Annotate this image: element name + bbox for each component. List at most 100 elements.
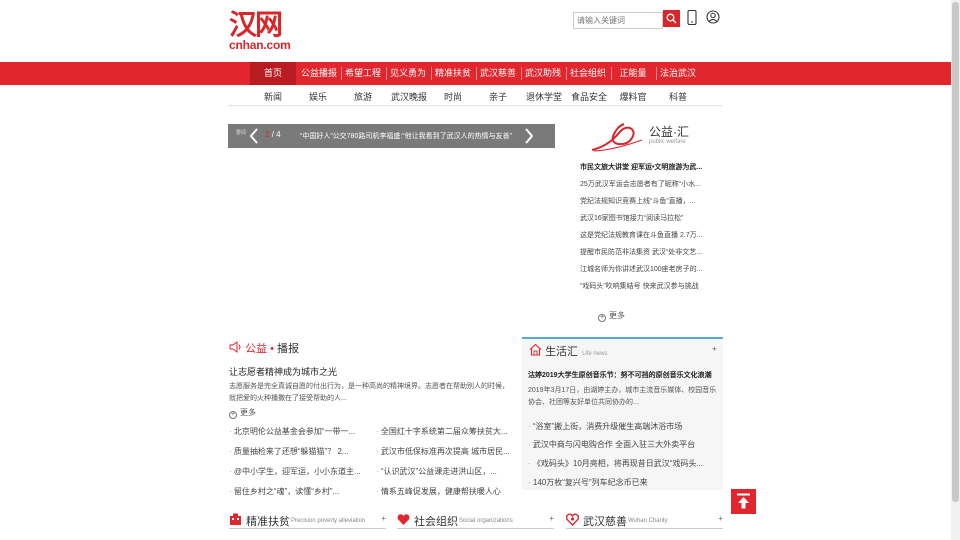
nav-item-disability[interactable]: 武汉助残 <box>522 62 564 85</box>
life-desc: 2019年3月17日，由湖婷主办，城市主流音乐媒体、校园音乐协会、社团等友好单位… <box>528 387 717 406</box>
gongyi-more-button[interactable]: + 更多 <box>229 407 256 419</box>
speaker-icon <box>229 341 241 353</box>
welfare-more-label: 更多 <box>609 311 625 320</box>
nav-item-charity[interactable]: 武汉慈善 <box>477 62 519 85</box>
subnav-item-science[interactable]: 科普 <box>665 88 691 106</box>
subnav-item-evening-news[interactable]: 武汉晚报 <box>390 88 428 106</box>
news-slider: 要闻 2 / 4 “中国好人”公交780路司机李福盛:“他让我看到了武汉人的热情… <box>228 124 555 148</box>
main-nav: 首页 公益播报 希望工程 见义勇为 精准扶贫 武汉慈善 武汉助残 社会组织 正能… <box>0 62 951 85</box>
site-logo[interactable]: 汉网 cnhan.com <box>229 10 299 52</box>
slider-total: / 4 <box>271 130 281 139</box>
arrow-up-icon <box>737 493 750 509</box>
nav-item-rule-of-law[interactable]: 法治武汉 <box>657 62 699 85</box>
search-box <box>573 10 680 29</box>
tab-plus[interactable]: + <box>718 514 723 523</box>
heart-ribbon-icon <box>591 123 643 152</box>
scrollbar-thumb[interactable] <box>952 2 959 502</box>
logo-en: cnhan.com <box>229 38 291 52</box>
welfare-more-button[interactable]: + 更多 <box>598 310 625 322</box>
subnav-item-fashion[interactable]: 时尚 <box>440 88 466 106</box>
life-headline[interactable]: 沽婷2019大学生原创音乐节：努不可挡的原创音乐文化浪潮 <box>528 370 712 380</box>
welfare-item[interactable]: 市民文旅大讲堂 迎军运•文明旅游为武... <box>580 161 720 178</box>
slider-caption[interactable]: “中国好人”公交780路司机李福盛:“他让我看到了武汉人的热情与友善” <box>300 131 512 141</box>
life-panel: 生活汇 Life news + 沽婷2019大学生原创音乐节：努不可挡的原创音乐文… <box>522 337 723 490</box>
nav-item-home[interactable]: 首页 <box>250 62 296 85</box>
subnav-item-news[interactable]: 新闻 <box>260 88 286 106</box>
nav-item-poverty[interactable]: 精准扶贫 <box>432 62 474 85</box>
phone-icon[interactable] <box>687 10 697 25</box>
welfare-list: 市民文旅大讲堂 迎军运•文明旅游为武... 25万武汉军运会志愿者有了昵称“小水… <box>580 161 720 297</box>
life-item[interactable]: 140万枚“复兴号”列车纪念币已来 <box>528 477 718 488</box>
logo-cn: 汉网 <box>229 8 283 41</box>
search-icon <box>666 13 677 24</box>
welfare-item[interactable]: 武汉16家图书馆接力“阅读马拉松” <box>580 212 720 229</box>
subnav-item-parenting[interactable]: 亲子 <box>485 88 511 106</box>
sub-nav: 新闻 娱乐 旅游 武汉晚报 时尚 亲子 退休学堂 食品安全 爆料官 科普 <box>228 88 723 106</box>
welfare-item[interactable]: 25万武汉军运会志愿者有了昵称“小水... <box>580 178 720 195</box>
gongyi-item[interactable]: 留住乡村之“魂”，读懂“乡村”... <box>229 486 369 497</box>
gongyi-item[interactable]: 质量抽检来了还想“躲猫猫”？ 2... <box>229 446 369 457</box>
subnav-item-tips[interactable]: 爆料官 <box>618 88 648 106</box>
welfare-item[interactable]: 江城名师为你讲述武汉100座老房子的... <box>580 263 720 280</box>
welfare-item[interactable]: “戏码头”吹响集结号 快来武汉参与挑战 <box>580 280 720 297</box>
subnav-item-travel[interactable]: 旅游 <box>350 88 376 106</box>
building-icon <box>230 513 241 525</box>
tab-plus[interactable]: + <box>549 514 554 523</box>
plus-circle-icon: + <box>598 314 606 322</box>
heart-icon <box>397 514 410 525</box>
tab-en: Social organizations <box>459 518 513 524</box>
heart-outline-icon <box>566 513 579 526</box>
tab-name: 社会组织 <box>414 516 458 528</box>
chevron-left-icon[interactable] <box>249 128 259 144</box>
tab-social-organizations[interactable]: 社会组织 Social organizations + <box>397 511 554 529</box>
nav-item-public-broadcast[interactable]: 公益播报 <box>298 62 340 85</box>
life-header: 生活汇 Life news <box>529 343 607 359</box>
gongyi-item[interactable]: 情系五峰促发展，健康帮扶暖人心 <box>376 486 516 497</box>
gongyi-header: 公益 • 播报 <box>229 340 300 355</box>
gongyi-item[interactable]: 北京明伦公益基金会参加“一带一... <box>229 426 369 437</box>
house-icon <box>529 343 542 356</box>
welfare-subtitle: public welfare <box>649 139 686 145</box>
nav-item-positive-energy[interactable]: 正能量 <box>612 62 654 85</box>
gongyi-title[interactable]: 让志愿者精神成为城市之光 <box>229 365 337 378</box>
tab-name: 武汉慈善 <box>583 516 627 528</box>
life-title-en: Life news <box>582 351 608 357</box>
life-item[interactable]: 《戏码头》10月亮相，将再现昔日武汉“戏码头... <box>528 458 718 469</box>
nav-item-hope-project[interactable]: 希望工程 <box>342 62 384 85</box>
chevron-right-icon[interactable] <box>524 128 534 144</box>
welfare-title: 公益·汇 <box>649 125 689 139</box>
welfare-item[interactable]: 提醒市民防范非法集资 武汉“处非文艺... <box>580 246 720 263</box>
tab-en: Wuhan Charity <box>628 518 668 524</box>
gongyi-desc: 志愿服务是完全真诚自愿的付出行为，是一种高尚的精神境界。志愿者在帮助别人的时候，… <box>229 383 509 402</box>
tab-plus[interactable]: + <box>381 514 386 523</box>
welfare-item[interactable]: 党纪法规知识竞赛上线“斗鱼”直播，... <box>580 195 720 212</box>
gongyi-more-label: 更多 <box>240 408 256 417</box>
user-icon[interactable] <box>706 10 720 25</box>
subnav-item-entertainment[interactable]: 娱乐 <box>305 88 331 106</box>
slider-counter: 2 / 4 <box>265 130 281 139</box>
subnav-item-retirement[interactable]: 退休学堂 <box>525 88 563 106</box>
gongyi-head-black: 播报 <box>277 343 300 355</box>
life-item[interactable]: “浴室”搬上街，消费升级催生高端沐浴市场 <box>528 421 718 432</box>
life-title: 生活汇 <box>545 346 579 358</box>
gongyi-item[interactable]: 武汉市低保标准再次提高 城市居民... <box>376 446 516 457</box>
life-more-button[interactable]: + <box>712 344 717 354</box>
nav-item-social-org[interactable]: 社会组织 <box>567 62 609 85</box>
tab-en: Precision poverty alleviation <box>291 518 366 524</box>
welfare-item[interactable]: 这是党纪法规教育课在斗鱼直播 2.7万... <box>580 229 720 246</box>
search-button[interactable] <box>663 10 680 27</box>
gongyi-item[interactable]: 全国红十字系统第二届众筹扶贫大... <box>376 426 516 437</box>
search-input[interactable] <box>573 12 663 29</box>
back-to-top-button[interactable] <box>731 489 756 514</box>
life-item[interactable]: 武汉中商与闪电购合作 全面入驻三大外卖平台 <box>528 439 718 450</box>
gongyi-head-red: 公益 <box>245 343 268 355</box>
tab-name: 精准扶贫 <box>246 516 290 528</box>
nav-item-bravery[interactable]: 见义勇为 <box>387 62 429 85</box>
page-scrollbar[interactable] <box>951 0 960 540</box>
gongyi-item[interactable]: @中小学生，迎军运，小小东道主... <box>229 466 369 477</box>
tab-poverty-alleviation[interactable]: 精准扶贫 Precision poverty alleviation + <box>229 511 386 529</box>
slider-label: 要闻 <box>236 130 247 136</box>
gongyi-item[interactable]: “认识武汉”公益课走进洪山区，... <box>376 466 516 477</box>
tab-wuhan-charity[interactable]: 武汉慈善 Wuhan Charity + <box>566 511 723 529</box>
subnav-item-food-safety[interactable]: 食品安全 <box>570 88 608 106</box>
